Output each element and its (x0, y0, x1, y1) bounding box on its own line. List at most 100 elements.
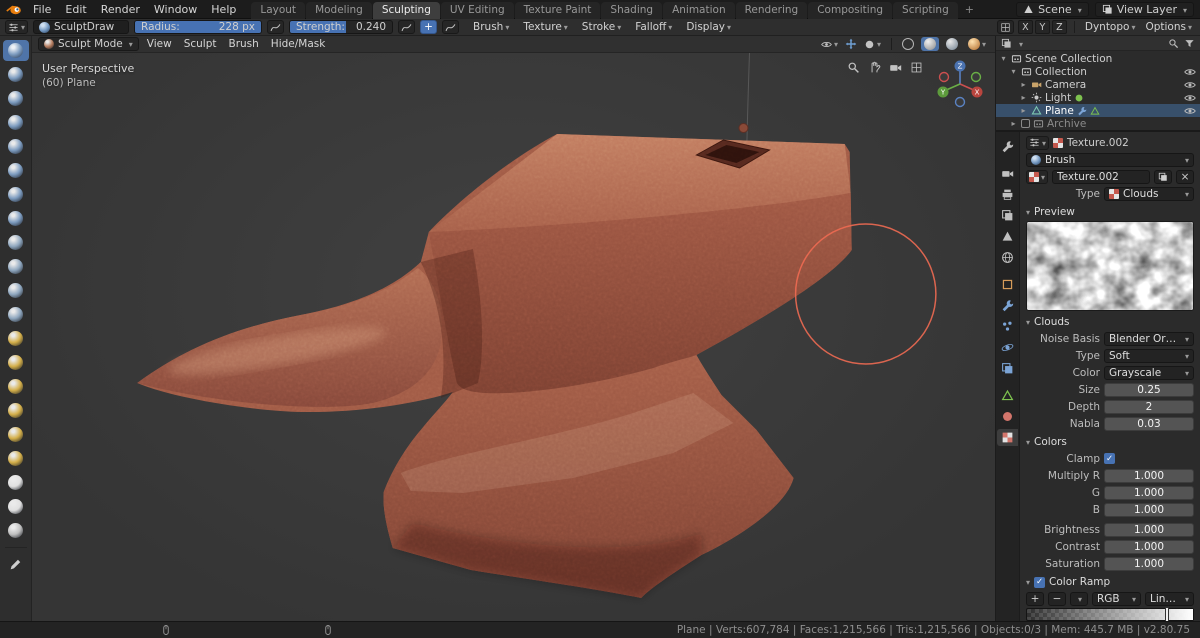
properties-tab[interactable] (997, 360, 1018, 377)
properties-tab[interactable] (997, 276, 1018, 293)
sculpt-tool[interactable] (3, 352, 29, 373)
dyntopo-popover[interactable]: Dyntopo (1082, 21, 1139, 33)
annotate-tool[interactable] (3, 554, 29, 575)
number-field[interactable]: 1.000 (1104, 485, 1194, 500)
outliner-row[interactable]: ▸ Light (996, 91, 1200, 104)
sculpt-tool[interactable] (3, 112, 29, 133)
workspace-tab[interactable]: Modeling (306, 1, 372, 19)
outliner-row[interactable]: ▾ Scene Collection (996, 52, 1200, 65)
number-field[interactable]: 1.000 (1104, 556, 1194, 571)
sculpt-tool[interactable] (3, 376, 29, 397)
mirror-axis-toggle[interactable]: Z (1051, 20, 1067, 34)
popover-button[interactable]: Falloff (632, 21, 675, 33)
menu-item[interactable]: Edit (58, 3, 93, 16)
texture-type-dropdown[interactable]: Clouds (1104, 186, 1194, 201)
outliner-row[interactable]: ▸ Plane (996, 104, 1200, 117)
brush-cursor[interactable] (794, 223, 937, 365)
number-field[interactable]: 1.000 (1104, 468, 1194, 483)
sculpt-tool[interactable] (3, 208, 29, 229)
view-layer-selector[interactable]: View Layer (1094, 1, 1194, 17)
viewport-canvas[interactable]: User Perspective (60) Plane Z X Y (32, 53, 995, 621)
shading-rendered-button[interactable] (965, 37, 989, 51)
workspace-tab[interactable]: Texture Paint (514, 1, 601, 19)
sculpt-tool[interactable] (3, 280, 29, 301)
preview-section-header[interactable]: ▾ Preview (1026, 205, 1194, 219)
color-ramp-strip[interactable] (1026, 608, 1194, 621)
visibility-eye-icon[interactable] (1184, 92, 1196, 104)
sculpt-tool[interactable] (3, 64, 29, 85)
disclosure-triangle[interactable]: ▸ (1019, 93, 1028, 102)
workspace-tab[interactable]: UV Editing (440, 1, 514, 19)
sculpt-tool[interactable] (3, 520, 29, 541)
popover-button[interactable]: Display (683, 21, 734, 33)
properties-tab[interactable] (997, 165, 1018, 182)
radius-slider[interactable]: Radius: 228 px (134, 20, 263, 34)
number-field[interactable]: 1.000 (1104, 522, 1194, 537)
properties-editor-type-button[interactable] (1026, 135, 1050, 150)
properties-tab[interactable] (997, 318, 1018, 335)
outliner-row[interactable]: ▸ Camera (996, 78, 1200, 91)
number-field[interactable]: 1.000 (1104, 539, 1194, 554)
workspace-tab[interactable]: Rendering (735, 1, 808, 19)
disclosure-triangle[interactable]: ▸ (1009, 119, 1018, 128)
colors-section-header[interactable]: ▾ Colors (1026, 435, 1194, 449)
overlays-popover[interactable] (861, 38, 884, 50)
ramp-interpolation-dropdown[interactable]: Linear (1145, 591, 1194, 606)
properties-tab[interactable] (997, 186, 1018, 203)
properties-tab[interactable] (997, 408, 1018, 425)
disclosure-triangle[interactable]: ▸ (1019, 106, 1028, 115)
sculpt-tool[interactable] (3, 472, 29, 493)
shading-material-button[interactable] (943, 37, 961, 51)
ramp-add-stop-button[interactable]: + (1026, 591, 1044, 606)
properties-tab[interactable] (997, 228, 1018, 245)
sculpt-tool[interactable] (3, 184, 29, 205)
workspace-tab[interactable]: Sculpting (372, 1, 440, 19)
anvil-model[interactable] (122, 113, 864, 613)
camera-view-icon[interactable] (889, 61, 902, 74)
popover-button[interactable]: Brush (470, 21, 512, 33)
property-dropdown[interactable]: Blender Original (1104, 331, 1194, 346)
disclosure-triangle[interactable]: ▸ (1019, 80, 1028, 89)
sculpt-tool[interactable] (3, 256, 29, 277)
number-field[interactable]: 0.03 (1104, 416, 1194, 431)
exclude-checkbox[interactable] (1021, 119, 1030, 128)
properties-tab[interactable] (997, 429, 1018, 446)
visibility-eye-icon[interactable] (1184, 66, 1196, 78)
menu-item[interactable]: Render (94, 3, 147, 16)
disclosure-triangle[interactable]: ▾ (999, 54, 1008, 63)
viewport-menu-item[interactable]: Hide/Mask (265, 38, 332, 50)
strength-slider[interactable]: Strength: 0.240 (289, 20, 394, 34)
menu-item[interactable]: File (26, 3, 58, 16)
blender-logo-icon[interactable] (6, 2, 22, 16)
sculpt-tool[interactable] (2, 40, 29, 61)
add-brush-button[interactable]: + (420, 20, 438, 34)
sculpt-tool[interactable] (3, 496, 29, 517)
properties-tab[interactable] (997, 207, 1018, 224)
shading-wireframe-button[interactable] (899, 37, 917, 51)
strength-pressure-toggle[interactable] (398, 20, 416, 34)
unlink-datablock-button[interactable]: × (1176, 169, 1194, 184)
property-dropdown[interactable]: Soft (1104, 348, 1194, 363)
properties-tab[interactable] (997, 138, 1018, 155)
menu-item[interactable]: Window (147, 3, 204, 16)
radius-pressure-toggle[interactable] (267, 20, 285, 34)
sculpt-tool[interactable] (3, 448, 29, 469)
workspace-tab[interactable]: Compositing (808, 1, 893, 19)
mirror-axis-toggle[interactable]: X (1017, 20, 1033, 34)
sculpt-tool[interactable] (3, 136, 29, 157)
number-field[interactable]: 0.25 (1104, 382, 1194, 397)
zoom-icon[interactable] (847, 61, 860, 74)
navigation-gizmo[interactable]: Z X Y (933, 57, 987, 111)
mirror-axis-toggle[interactable]: Y (1034, 20, 1050, 34)
popover-button[interactable]: Texture (520, 21, 570, 33)
filter-funnel-icon[interactable] (1184, 38, 1195, 49)
object-type-visibility[interactable] (818, 38, 841, 50)
texture-datablock-name[interactable]: Texture.002 (1052, 169, 1150, 184)
ramp-stop-marker[interactable] (1166, 608, 1169, 621)
number-field[interactable]: 2 (1104, 399, 1194, 414)
outliner-editor-icon[interactable] (1001, 38, 1012, 49)
workspace-tab[interactable]: Shading (601, 1, 663, 19)
outliner-row[interactable]: ▾ Collection (996, 65, 1200, 78)
clouds-section-header[interactable]: ▾ Clouds (1026, 315, 1194, 329)
properties-tab[interactable] (997, 297, 1018, 314)
